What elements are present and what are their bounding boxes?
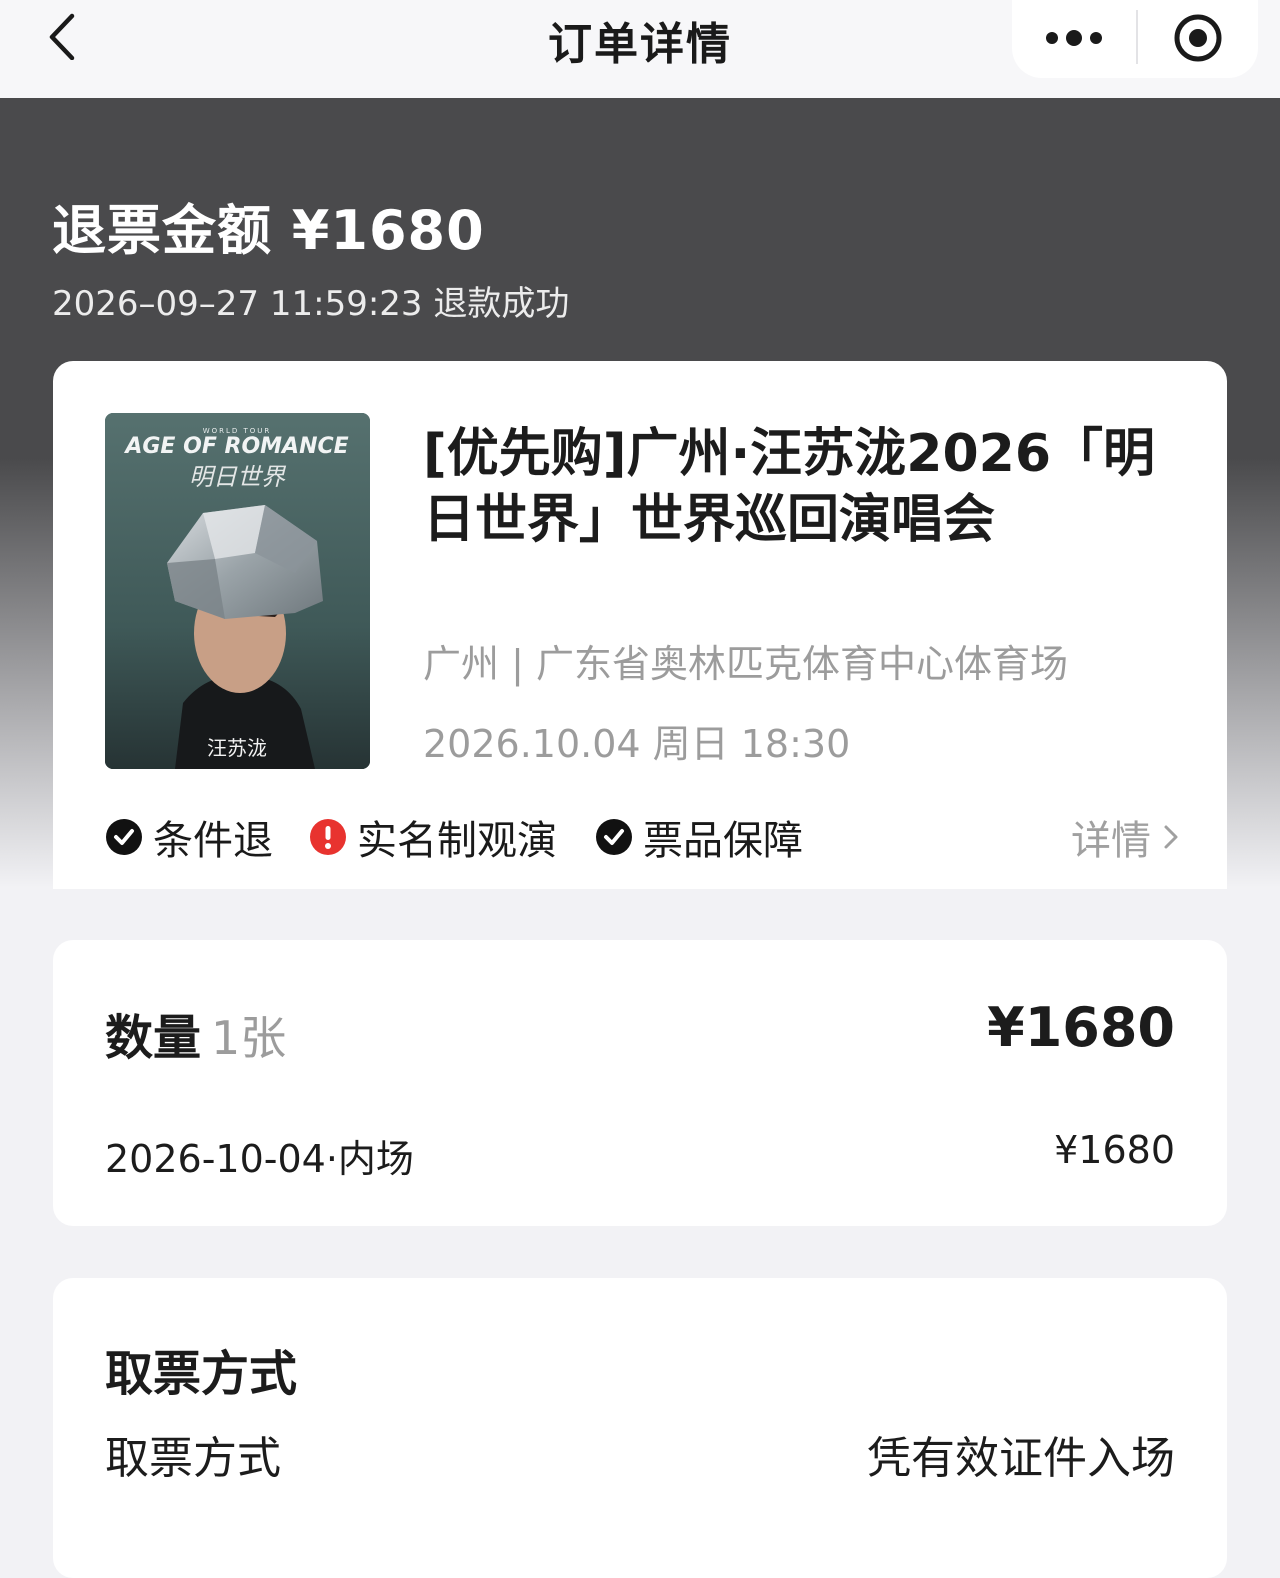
tag-label: 条件退 (153, 818, 273, 864)
poster-subtitle: 明日世界 (189, 463, 287, 491)
refund-status: 2026–09–27 11:59:23 退款成功 (52, 284, 570, 324)
tag-ticket-guarantee: 票品保障 (595, 809, 803, 865)
quantity-label: 数量 1张 (105, 998, 286, 1068)
seat-price: ¥1680 (1054, 1128, 1175, 1172)
seat-description: 2026-10-04·内场 (105, 1137, 414, 1181)
alert-circle-icon (310, 819, 346, 855)
service-tags: 条件退 实名制观演 票品保障 详情 (105, 809, 1185, 865)
more-button[interactable] (1042, 18, 1106, 58)
refund-amount: 退票金额 ¥1680 (52, 199, 485, 262)
mini-program-capsule (1012, 0, 1258, 78)
tag-real-name: 实名制观演 (309, 809, 557, 865)
poster-title: AGE OF ROMANCE (123, 434, 348, 459)
show-time: 2026.10.04 周日 18:30 (423, 722, 851, 766)
more-dots-icon (1046, 30, 1102, 46)
chevron-right-icon (1164, 825, 1178, 849)
quantity-label-text: 数量 (105, 1010, 202, 1066)
close-mini-program-button[interactable] (1172, 12, 1224, 64)
pickup-method-label: 取票方式 (105, 1433, 281, 1484)
pickup-card: 取票方式 取票方式 凭有效证件入场 (53, 1278, 1227, 1578)
tag-label: 票品保障 (643, 818, 803, 864)
details-label: 详情 (1071, 818, 1151, 864)
show-card[interactable]: WORLD TOUR AGE OF ROMANCE 明日世界 汪苏泷 [优先购]… (53, 361, 1227, 889)
quantity-card: 数量 1张 ¥1680 2026-10-04·内场 ¥1680 (53, 940, 1227, 1226)
tag-conditional-refund: 条件退 (105, 809, 273, 865)
nav-bar: 订单详情 (0, 0, 1280, 98)
capsule-divider (1136, 10, 1138, 64)
target-close-icon (1174, 14, 1222, 62)
show-poster: WORLD TOUR AGE OF ROMANCE 明日世界 汪苏泷 (105, 413, 370, 769)
tag-label: 实名制观演 (357, 818, 557, 864)
check-circle-icon (106, 819, 142, 855)
check-circle-icon (596, 819, 632, 855)
quantity-value: 1张 (211, 1011, 287, 1065)
show-title: [优先购]广州·汪苏泷2026「明日世界」世界巡回演唱会 (423, 424, 1156, 550)
pickup-method-value: 凭有效证件入场 (867, 1433, 1175, 1484)
order-total: ¥1680 (987, 996, 1175, 1059)
poster-artist: 汪苏泷 (207, 736, 267, 760)
show-venue: 广州 | 广东省奥林匹克体育中心体育场 (423, 642, 1068, 686)
details-link[interactable]: 详情 (1071, 809, 1185, 865)
poster-art: WORLD TOUR AGE OF ROMANCE 明日世界 汪苏泷 (105, 413, 370, 769)
pickup-heading: 取票方式 (105, 1346, 298, 1402)
